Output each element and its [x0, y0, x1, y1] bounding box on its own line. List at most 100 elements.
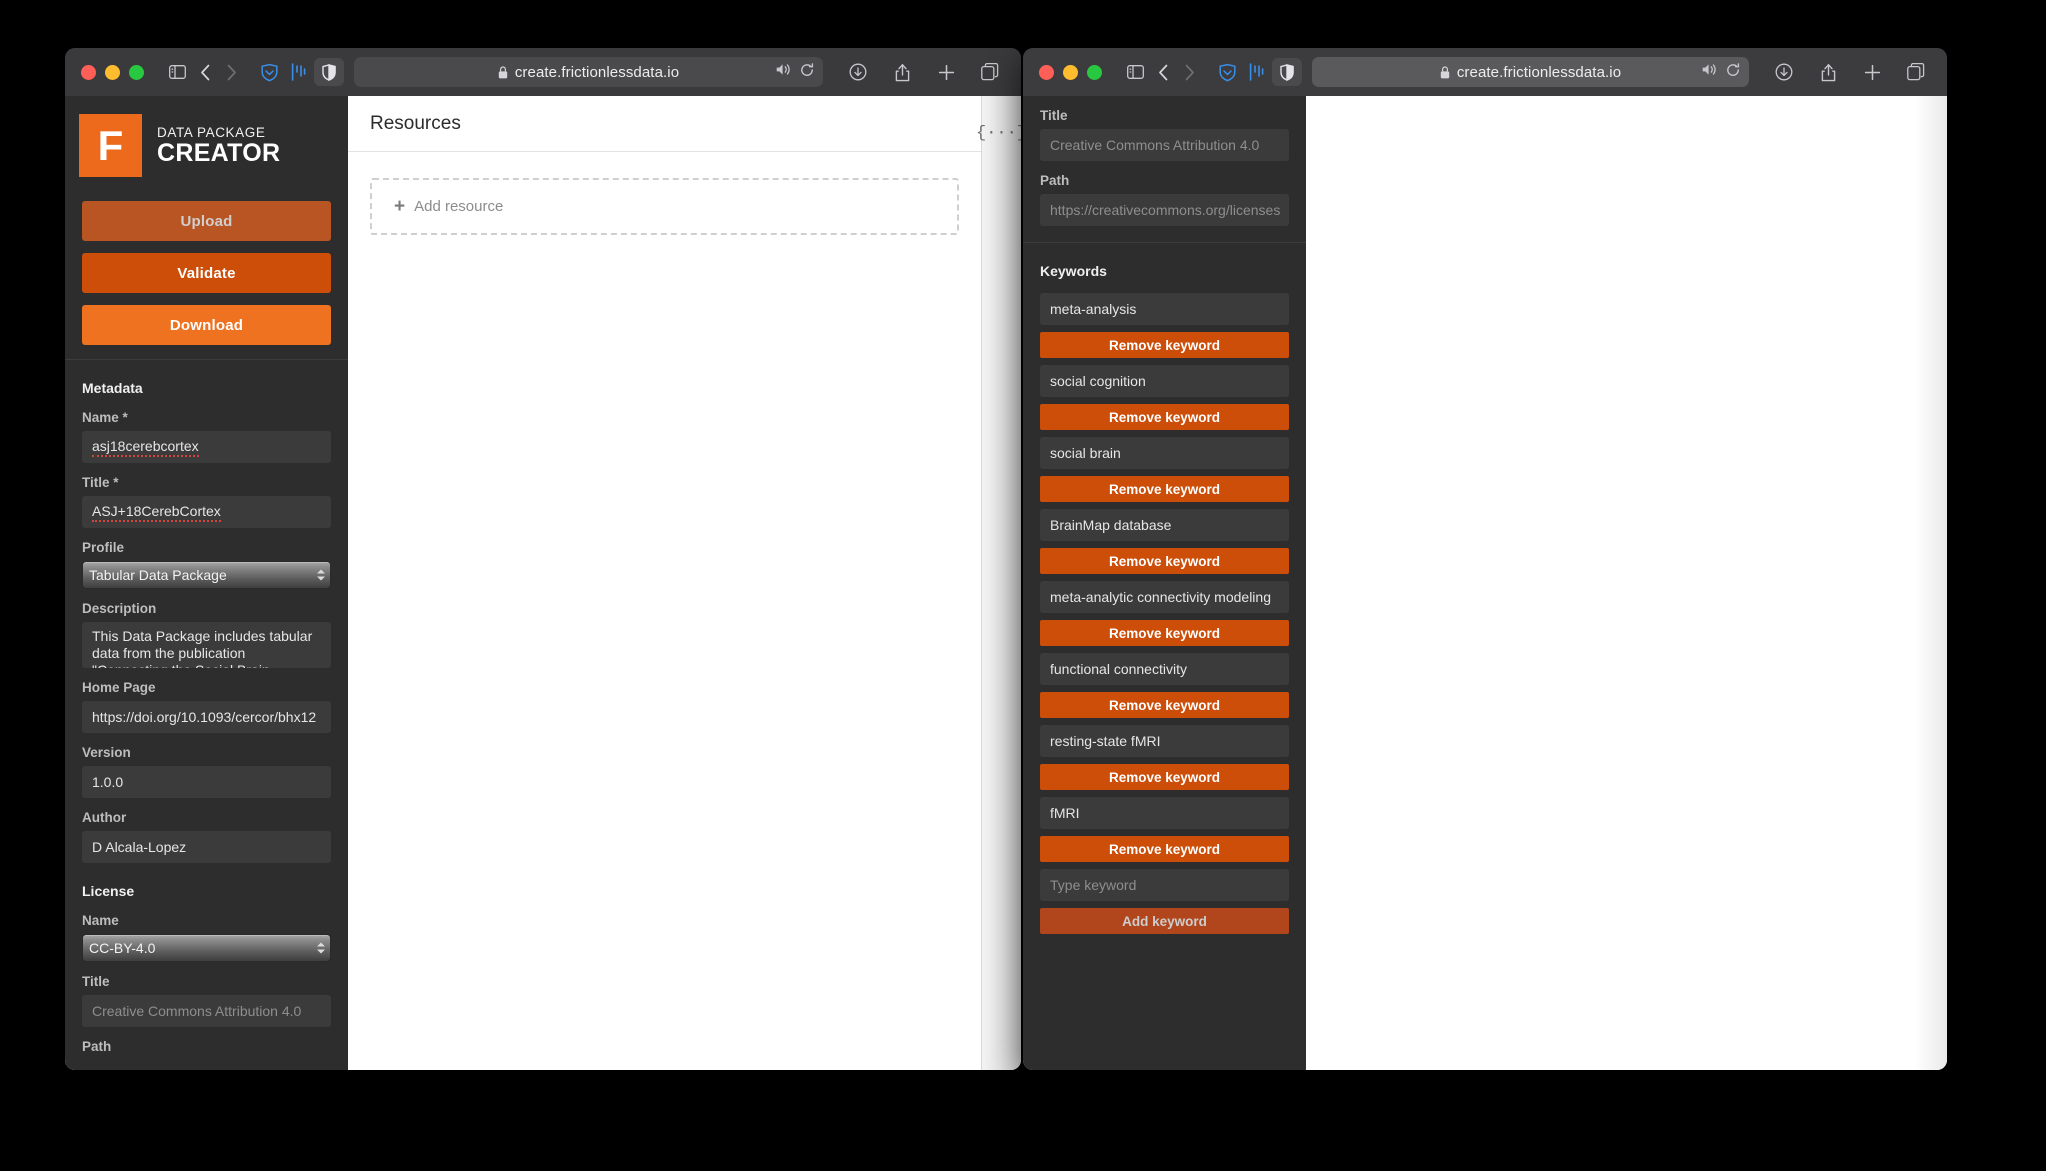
reader-icon[interactable]: [284, 57, 314, 87]
homepage-label: Home Page: [82, 680, 156, 695]
license-title-label: Title: [82, 974, 110, 989]
address-bar-actions[interactable]: [1702, 57, 1740, 87]
app-sidebar-scrolled: Title Creative Commons Attribution 4.0 P…: [1023, 96, 1306, 1070]
license-fields-scrolled: Title Creative Commons Attribution 4.0 P…: [1023, 96, 1306, 226]
app-page-right: Title Creative Commons Attribution 4.0 P…: [1023, 96, 1947, 1070]
privacy-shield-icon[interactable]: [314, 58, 344, 86]
browser-window-left: create.frictionlessdata.io F DATA PACKAG…: [65, 48, 1021, 1070]
tab-overview-icon[interactable]: [975, 57, 1005, 87]
license-title-input[interactable]: Creative Commons Attribution 4.0: [1040, 129, 1289, 161]
license-title-input[interactable]: Creative Commons Attribution 4.0: [82, 995, 331, 1027]
author-input[interactable]: D Alcala-Lopez: [82, 831, 331, 863]
upload-button[interactable]: Upload: [82, 201, 331, 241]
downloads-icon[interactable]: [1769, 57, 1799, 87]
url-text: create.frictionlessdata.io: [514, 63, 680, 81]
description-textarea[interactable]: This Data Package includes tabular data …: [82, 622, 331, 668]
remove-keyword-button[interactable]: Remove keyword: [1040, 548, 1289, 574]
validate-button[interactable]: Validate: [82, 253, 331, 293]
shield-check-icon[interactable]: [254, 57, 284, 87]
address-bar-actions[interactable]: [776, 57, 814, 87]
keyword-input[interactable]: meta-analytic connectivity modeling: [1040, 581, 1289, 613]
privacy-shield-icon[interactable]: [1272, 58, 1302, 86]
browser-toolbar-left: create.frictionlessdata.io: [65, 48, 1021, 96]
license-path-input[interactable]: https://creativecommons.org/licenses: [1040, 194, 1289, 226]
profile-select-value: Tabular Data Package: [89, 567, 227, 583]
app-sidebar: F DATA PACKAGE CREATOR Upload Validate D…: [65, 96, 348, 1070]
description-line-3: "Connecting the Social Brain: [92, 662, 321, 668]
maximize-window-button[interactable]: [1087, 64, 1102, 80]
resources-header: Resources: [348, 96, 981, 152]
downloads-icon[interactable]: [843, 57, 873, 87]
json-preview-tab[interactable]: {···}: [976, 96, 1021, 1070]
forward-icon[interactable]: [1176, 57, 1202, 87]
homepage-input[interactable]: https://doi.org/10.1093/cercor/bhx12: [82, 701, 331, 733]
remove-keyword-button[interactable]: Remove keyword: [1040, 836, 1289, 862]
reader-icon[interactable]: [1242, 57, 1272, 87]
window-traffic-lights[interactable]: [81, 64, 144, 80]
mute-icon[interactable]: [776, 63, 791, 81]
remove-keyword-button[interactable]: Remove keyword: [1040, 692, 1289, 718]
keyword-input[interactable]: meta-analysis: [1040, 293, 1289, 325]
close-window-button[interactable]: [1039, 64, 1054, 80]
browser-window-right: create.frictionlessdata.io Title Creativ…: [1023, 48, 1947, 1070]
lock-icon: [498, 65, 508, 79]
title-input[interactable]: ASJ+18CerebCortex: [82, 496, 331, 528]
keyword-input[interactable]: resting-state fMRI: [1040, 725, 1289, 757]
sidebar-icon[interactable]: [162, 57, 192, 87]
mute-icon[interactable]: [1702, 63, 1717, 81]
share-icon[interactable]: [887, 57, 917, 87]
remove-keyword-button[interactable]: Remove keyword: [1040, 764, 1289, 790]
json-preview-label: {···}: [976, 124, 1021, 143]
frictionless-logo-icon: F: [79, 114, 142, 177]
minimize-window-button[interactable]: [1063, 64, 1078, 80]
download-button[interactable]: Download: [82, 305, 331, 345]
version-input[interactable]: 1.0.0: [82, 766, 331, 798]
license-name-label: Name: [82, 913, 119, 928]
keyword-value: functional connectivity: [1050, 661, 1187, 677]
back-icon[interactable]: [192, 57, 218, 87]
remove-keyword-button[interactable]: Remove keyword: [1040, 404, 1289, 430]
maximize-window-button[interactable]: [129, 64, 144, 80]
profile-select[interactable]: Tabular Data Package: [82, 561, 331, 589]
new-tab-icon[interactable]: [1857, 57, 1887, 87]
keyword-input[interactable]: BrainMap database: [1040, 509, 1289, 541]
address-bar[interactable]: create.frictionlessdata.io: [1312, 57, 1749, 87]
reload-icon[interactable]: [800, 62, 814, 82]
keyword-input[interactable]: social cognition: [1040, 365, 1289, 397]
shield-check-icon[interactable]: [1212, 57, 1242, 87]
address-bar[interactable]: create.frictionlessdata.io: [354, 57, 823, 87]
add-keyword-button[interactable]: Add keyword: [1040, 908, 1289, 934]
plus-icon: +: [394, 196, 406, 217]
add-resource-button[interactable]: + Add resource: [370, 178, 959, 235]
keyword-input[interactable]: fMRI: [1040, 797, 1289, 829]
keyword-value: social cognition: [1050, 373, 1146, 389]
name-input[interactable]: asj18cerebcortex: [82, 431, 331, 463]
sidebar-divider: [65, 359, 348, 360]
keyword-input[interactable]: social brain: [1040, 437, 1289, 469]
close-window-button[interactable]: [81, 64, 96, 80]
keywords-divider: [1023, 242, 1306, 243]
description-line-1: This Data Package includes tabular: [92, 628, 313, 644]
new-keyword-placeholder: Type keyword: [1050, 877, 1137, 893]
back-icon[interactable]: [1150, 57, 1176, 87]
remove-keyword-button[interactable]: Remove keyword: [1040, 332, 1289, 358]
reload-icon[interactable]: [1726, 62, 1740, 82]
license-name-select[interactable]: CC-BY-4.0: [82, 934, 331, 962]
new-keyword-input[interactable]: Type keyword: [1040, 869, 1289, 901]
right-content-area: [1306, 96, 1915, 1070]
keyword-input[interactable]: functional connectivity: [1040, 653, 1289, 685]
tab-overview-icon[interactable]: [1901, 57, 1931, 87]
sidebar-icon[interactable]: [1120, 57, 1150, 87]
window-traffic-lights[interactable]: [1039, 64, 1102, 80]
keyword-value: social brain: [1050, 445, 1121, 461]
remove-keyword-button[interactable]: Remove keyword: [1040, 620, 1289, 646]
forward-icon[interactable]: [218, 57, 244, 87]
stepper-arrows-icon: [317, 942, 325, 954]
brand-text: DATA PACKAGE CREATOR: [157, 125, 280, 167]
new-tab-icon[interactable]: [931, 57, 961, 87]
minimize-window-button[interactable]: [105, 64, 120, 80]
share-icon[interactable]: [1813, 57, 1843, 87]
toolbar-right-tools[interactable]: [1769, 57, 1931, 87]
toolbar-right-tools[interactable]: [843, 57, 1005, 87]
remove-keyword-button[interactable]: Remove keyword: [1040, 476, 1289, 502]
